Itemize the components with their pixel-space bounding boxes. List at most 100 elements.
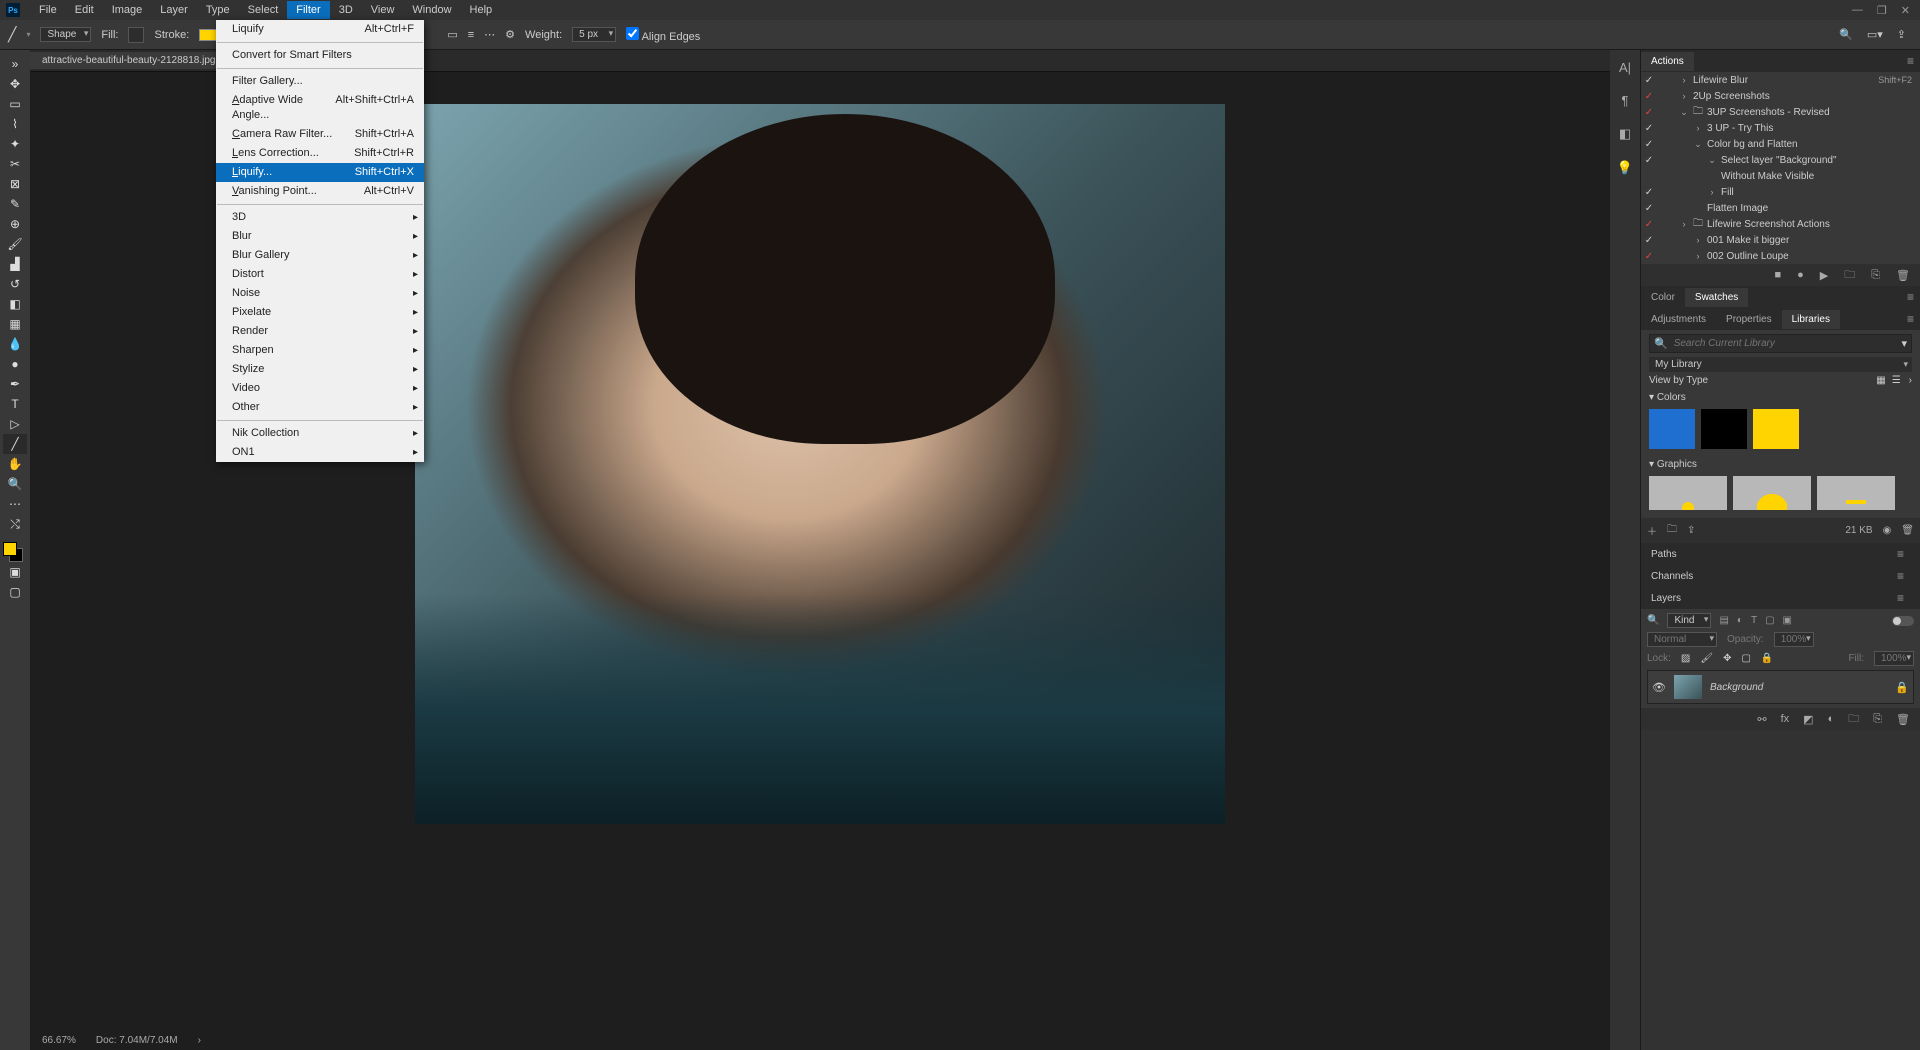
path-select-tool[interactable]: ▷ — [3, 414, 27, 434]
tab-libraries[interactable]: Libraries — [1782, 310, 1840, 329]
frame-tool[interactable]: ⊠ — [3, 174, 27, 194]
action-row[interactable]: Without Make Visible — [1641, 168, 1920, 184]
library-color-swatch[interactable] — [1701, 409, 1747, 449]
menu-file[interactable]: File — [30, 1, 66, 19]
library-select[interactable]: My Library — [1649, 357, 1912, 372]
action-row[interactable]: ✓›🗀Lifewire Screenshot Actions — [1641, 216, 1920, 232]
history-brush-tool[interactable]: ↺ — [3, 274, 27, 294]
menu-view[interactable]: View — [362, 1, 404, 19]
filter-convert-smart[interactable]: Convert for Smart Filters — [216, 46, 424, 65]
layer-style-icon[interactable]: fx — [1781, 713, 1790, 725]
action-row[interactable]: ✓⌄Color bg and Flatten — [1641, 136, 1920, 152]
filter-type-icon[interactable]: T — [1751, 615, 1757, 626]
workspace-icon[interactable]: ▭▾ — [1867, 28, 1883, 41]
filter-shape-icon[interactable]: ▢ — [1765, 615, 1774, 626]
filter-pixel-icon[interactable]: ▤ — [1719, 615, 1728, 626]
menu-3d[interactable]: 3D — [330, 1, 362, 19]
trash-icon[interactable]: 🗑 — [1896, 713, 1910, 726]
play-icon[interactable]: ▶ — [1820, 269, 1828, 282]
filter-blur[interactable]: Blur — [216, 227, 424, 246]
action-row[interactable]: ✓›Lifewire BlurShift+F2 — [1641, 72, 1920, 88]
type-tool[interactable]: T — [3, 394, 27, 414]
action-row[interactable]: ✓⌄🗀3UP Screenshots - Revised — [1641, 104, 1920, 120]
trash-icon[interactable]: 🗑 — [1896, 269, 1910, 282]
filter-render[interactable]: Render — [216, 322, 424, 341]
tab-layers[interactable]: Layers≡ — [1641, 587, 1920, 609]
layer-thumbnail[interactable] — [1674, 675, 1702, 699]
crop-tool[interactable]: ✂ — [3, 154, 27, 174]
filter-nik-collection[interactable]: Nik Collection — [216, 424, 424, 443]
filter-filter-gallery-[interactable]: Filter Gallery... — [216, 72, 424, 91]
lasso-tool[interactable]: ⌇ — [3, 114, 27, 134]
filter-blur-gallery[interactable]: Blur Gallery — [216, 246, 424, 265]
gradient-tool[interactable]: ▦ — [3, 314, 27, 334]
filter-toggle[interactable] — [1892, 616, 1914, 626]
layer-row-background[interactable]: 👁 Background 🔒 — [1647, 670, 1914, 704]
blend-mode-select[interactable]: Normal — [1647, 632, 1717, 647]
filter-camera-raw-filter-[interactable]: Camera Raw Filter...Shift+Ctrl+A — [216, 125, 424, 144]
line-tool-icon[interactable]: ╱ — [8, 26, 16, 43]
library-color-swatch[interactable] — [1753, 409, 1799, 449]
lock-pixels-icon[interactable]: 🖌 — [1700, 653, 1713, 664]
visibility-icon[interactable]: 👁 — [1652, 681, 1666, 694]
add-content-icon[interactable]: ＋ — [1647, 523, 1657, 538]
library-search-input[interactable] — [1674, 338, 1896, 349]
layers-panel-menu[interactable]: ≡ — [1891, 591, 1910, 605]
window-controls[interactable]: — ❐ ✕ — [1852, 4, 1920, 17]
filter-3d[interactable]: 3D — [216, 208, 424, 227]
shape-mode-select[interactable]: Shape — [40, 27, 91, 42]
fg-bg-colors[interactable] — [3, 538, 27, 562]
list-view-icon[interactable]: ☰ — [1892, 375, 1901, 386]
menu-select[interactable]: Select — [239, 1, 288, 19]
filter-adaptive-wide-angle-[interactable]: Adaptive Wide Angle...Alt+Shift+Ctrl+A — [216, 91, 424, 125]
share-icon[interactable]: ⇪ — [1897, 28, 1906, 41]
layer-kind-select[interactable]: Kind — [1667, 613, 1711, 628]
graphic-asset[interactable] — [1817, 476, 1895, 510]
brush-tool[interactable]: 🖌 — [3, 234, 27, 254]
graphic-asset[interactable] — [1649, 476, 1727, 510]
blur-tool[interactable]: 💧 — [3, 334, 27, 354]
tab-properties[interactable]: Properties — [1716, 310, 1782, 329]
actions-panel-menu[interactable]: ≡ — [1901, 54, 1920, 68]
more-tools[interactable]: ⋯ — [3, 494, 27, 514]
new-set-icon[interactable]: 🗀 — [1844, 266, 1855, 285]
align-edges-checkbox[interactable]: Align Edges — [626, 27, 700, 43]
hint-panel-icon[interactable]: 💡 — [1617, 160, 1633, 176]
action-row[interactable]: ✓›2Up Screenshots — [1641, 88, 1920, 104]
dodge-tool[interactable]: ● — [3, 354, 27, 374]
new-layer-icon[interactable]: ⎘ — [1873, 713, 1882, 726]
pen-tool[interactable]: ✒ — [3, 374, 27, 394]
graphics-section[interactable]: ▾ Graphics — [1649, 457, 1912, 472]
sync-icon[interactable]: ◉ — [1883, 525, 1892, 536]
swap-fgbg-icon[interactable]: ⤭ — [3, 514, 27, 534]
close-icon[interactable]: ✕ — [1901, 4, 1910, 17]
filter-search-icon[interactable]: 🔍 — [1647, 615, 1659, 626]
libraries-panel-menu[interactable]: ≡ — [1901, 312, 1920, 326]
filter-adjust-icon[interactable]: ◐ — [1737, 615, 1743, 626]
screen-mode-icon[interactable]: ▢ — [3, 582, 27, 602]
colors-section[interactable]: ▾ Colors — [1649, 390, 1912, 405]
record-icon[interactable]: ● — [1797, 269, 1804, 281]
character-panel-icon[interactable]: A| — [1619, 60, 1631, 75]
menu-image[interactable]: Image — [103, 1, 152, 19]
menu-type[interactable]: Type — [197, 1, 239, 19]
clone-stamp-tool[interactable]: ▟ — [3, 254, 27, 274]
tab-adjustments[interactable]: Adjustments — [1641, 310, 1716, 329]
library-color-swatch[interactable] — [1649, 409, 1695, 449]
link-layers-icon[interactable]: ⚯ — [1757, 713, 1766, 726]
paths-panel-menu[interactable]: ≡ — [1891, 547, 1910, 561]
graphic-asset[interactable] — [1733, 476, 1811, 510]
eyedropper-tool[interactable]: ✎ — [3, 194, 27, 214]
menu-help[interactable]: Help — [461, 1, 502, 19]
line-tool[interactable]: ╱ — [3, 434, 27, 454]
3d-panel-icon[interactable]: ◧ — [1619, 126, 1631, 142]
layer-mask-icon[interactable]: ◩ — [1803, 713, 1813, 726]
filter-distort[interactable]: Distort — [216, 265, 424, 284]
adjustment-layer-icon[interactable]: ◐ — [1828, 713, 1835, 725]
action-row[interactable]: ✓›002 Outline Loupe — [1641, 248, 1920, 264]
filter-lens-correction-[interactable]: Lens Correction...Shift+Ctrl+R — [216, 144, 424, 163]
lock-all-icon[interactable]: 🔒 — [1761, 653, 1773, 664]
zoom-level[interactable]: 66.67% — [42, 1035, 76, 1046]
action-row[interactable]: ✓›001 Make it bigger — [1641, 232, 1920, 248]
eraser-tool[interactable]: ◧ — [3, 294, 27, 314]
